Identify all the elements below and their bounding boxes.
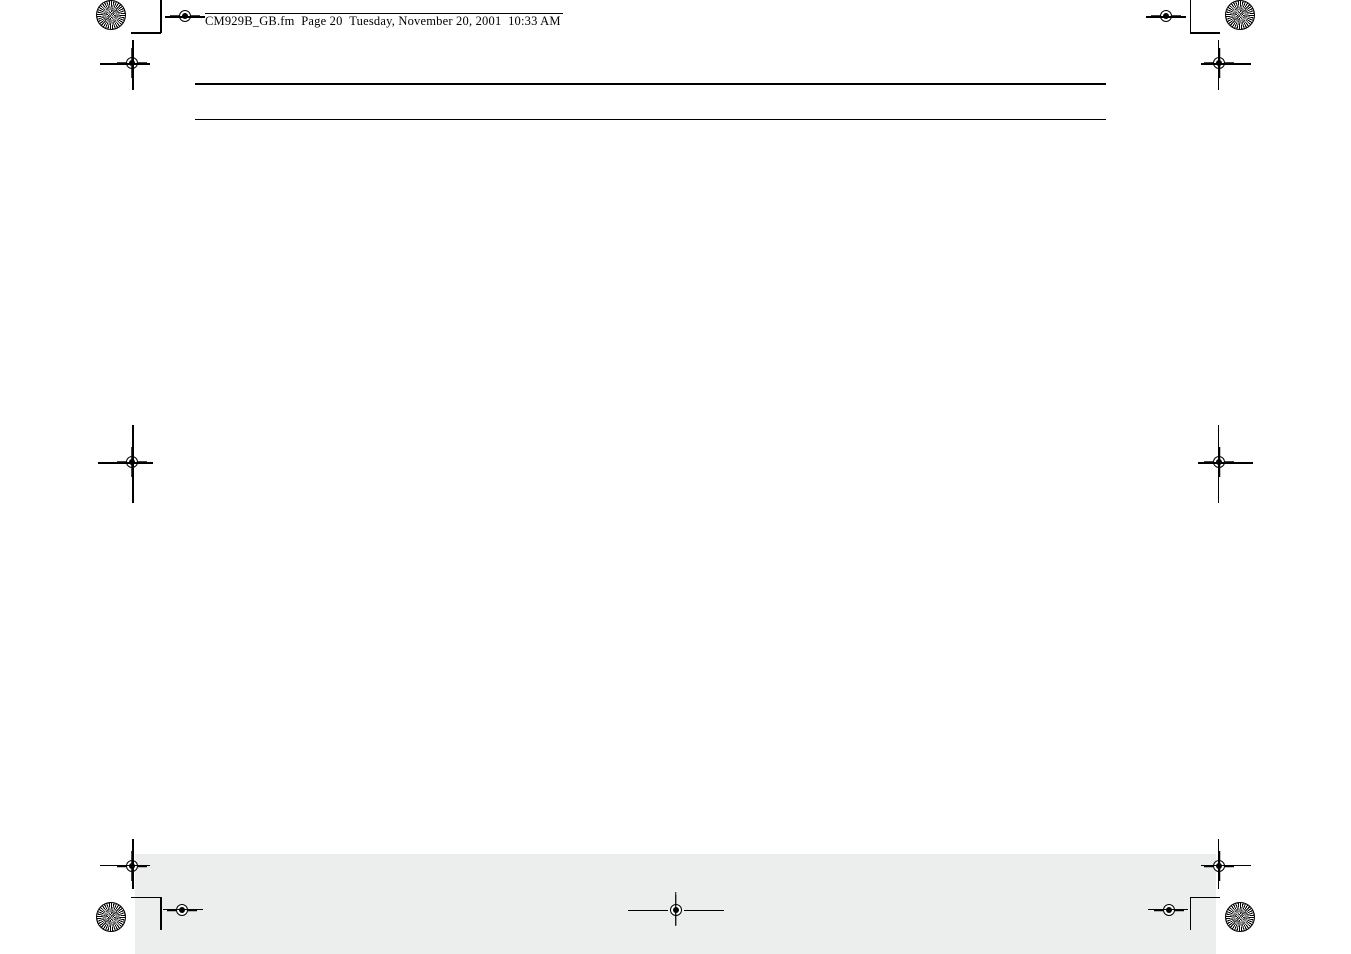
- color-swatch-icon: [96, 0, 126, 30]
- registration-mark-icon: [1161, 902, 1177, 918]
- reg-line: [100, 865, 150, 867]
- reg-line: [165, 16, 205, 18]
- registration-mark-icon: [174, 902, 190, 918]
- reg-line: [100, 63, 150, 65]
- reg-line: [684, 910, 724, 911]
- reg-line: [628, 910, 668, 911]
- reg-line: [132, 40, 134, 90]
- bracket-line: [1190, 897, 1220, 899]
- bracket-line: [131, 897, 161, 899]
- reg-line: [132, 425, 134, 503]
- header-filename: CM929B_GB.fm: [205, 14, 295, 28]
- page-header-info: CM929B_GB.fm Page 20 Tuesday, November 2…: [205, 13, 563, 29]
- registration-mark-icon: [1211, 858, 1227, 874]
- reg-line: [1201, 63, 1251, 65]
- reg-line: [1198, 462, 1253, 464]
- reg-line: [1201, 865, 1251, 867]
- reg-line: [1218, 40, 1220, 90]
- reg-line: [132, 839, 134, 889]
- content-rule-top: [195, 83, 1106, 85]
- bracket-line: [160, 0, 162, 33]
- bracket-line: [160, 897, 162, 930]
- color-swatch-icon: [1225, 902, 1255, 932]
- reg-line: [675, 892, 677, 926]
- reg-line: [1146, 16, 1186, 18]
- header-time: 10:33 AM: [508, 14, 561, 28]
- reg-line: [163, 909, 203, 911]
- reg-line: [1148, 909, 1188, 911]
- bracket-line: [1190, 0, 1192, 33]
- content-rule-second: [195, 119, 1106, 120]
- bracket-line: [131, 32, 161, 34]
- reg-line: [1218, 839, 1220, 889]
- color-swatch-icon: [1225, 0, 1255, 30]
- header-date: Tuesday, November 20, 2001: [349, 14, 501, 28]
- reg-line: [1218, 425, 1220, 503]
- color-swatch-icon: [96, 902, 126, 932]
- bracket-line: [1190, 897, 1192, 930]
- bracket-line: [1190, 32, 1220, 34]
- reg-line: [98, 462, 153, 464]
- header-page: Page 20: [301, 14, 342, 28]
